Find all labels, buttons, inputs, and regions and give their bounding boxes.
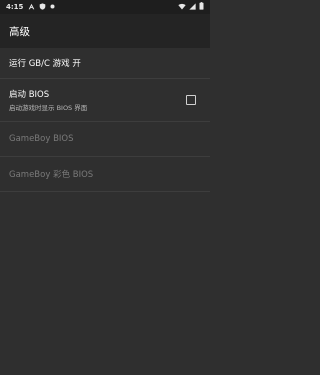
status-time: 4:15 [6, 3, 24, 11]
pref-boot-bios[interactable]: 启动 BIOS 启动游戏时显示 BIOS 界面 [0, 79, 210, 122]
a-icon [28, 3, 35, 12]
boot-bios-checkbox[interactable] [186, 95, 196, 105]
status-bar: 4:15 [0, 0, 210, 14]
preference-list: 运行 GB/C 游戏 开 启动 BIOS 启动游戏时显示 BIOS 界面 Gam… [0, 48, 210, 192]
pref-run-gbc-games[interactable]: 运行 GB/C 游戏 开 [0, 48, 210, 79]
pref-title: 运行 GB/C 游戏 开 [9, 59, 81, 69]
shield-icon [39, 2, 46, 12]
pref-title: GameBoy 彩色 BIOS [9, 170, 94, 180]
app-bar: 高级 [0, 14, 210, 48]
notification-dot-icon [50, 3, 55, 11]
battery-icon [199, 2, 204, 12]
pref-summary: 启动游戏时显示 BIOS 界面 [9, 104, 88, 112]
status-left-icons [28, 2, 55, 12]
pref-gameboy-bios: GameBoy BIOS [0, 122, 210, 157]
pref-title: GameBoy BIOS [9, 134, 74, 144]
wifi-icon [178, 3, 186, 12]
signal-icon [189, 2, 196, 12]
pref-title: 启动 BIOS [9, 90, 50, 100]
page-title: 高级 [9, 25, 30, 38]
status-right-icons [178, 2, 204, 12]
pref-gameboy-color-bios: GameBoy 彩色 BIOS [0, 157, 210, 192]
